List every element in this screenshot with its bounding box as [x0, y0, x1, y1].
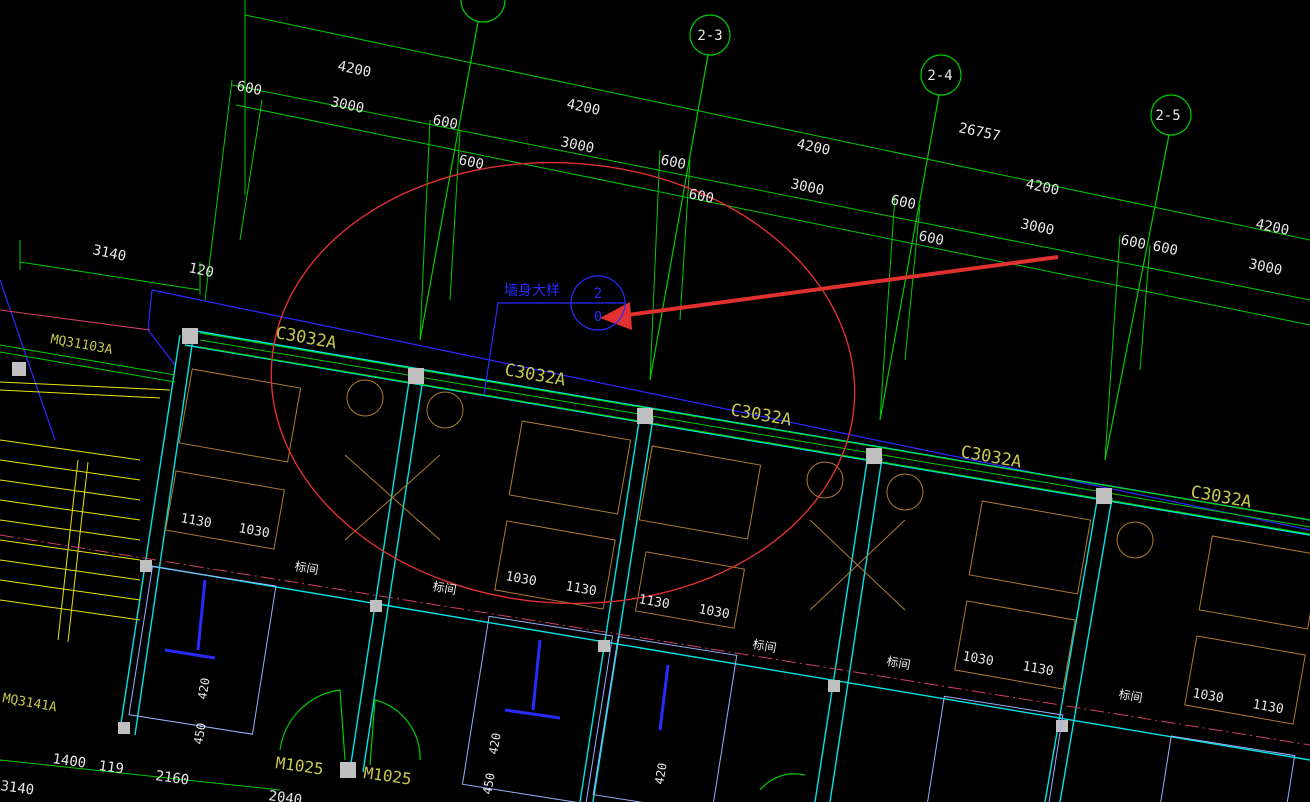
window-bands	[0, 332, 1310, 535]
bed-dim: 1030	[961, 649, 994, 669]
bed-dim: 1030	[237, 521, 270, 541]
stairs	[0, 381, 171, 643]
bed-dim: 1130	[179, 511, 212, 531]
axis-labels: 2-3 2-4 2-5	[697, 28, 1180, 124]
window-label: C3032A	[729, 400, 793, 430]
doors	[279, 689, 806, 791]
room-label: 标间	[431, 579, 457, 597]
dim-3000: 3000	[329, 94, 365, 117]
bed-dim: 1030	[504, 569, 537, 589]
cad-drawing-canvas[interactable]: 2-3 2-4 2-5 26757 4200 4200 4200 4200 42…	[0, 0, 1310, 802]
bath-dim: 420	[195, 677, 213, 701]
dim-3000: 3000	[1247, 256, 1283, 279]
dim-3000: 3000	[559, 134, 595, 157]
bed-dim: 1030	[1191, 686, 1224, 706]
curtain-wall-label: MQ3141A	[1, 691, 58, 715]
dim-4200: 4200	[1254, 216, 1290, 239]
dimension-texts: 26757 4200 4200 4200 4200 4200 600 3000 …	[0, 58, 1290, 802]
annotation-label: 墙身大样	[504, 283, 560, 299]
door-label: M1025	[362, 763, 412, 789]
room-label: 标间	[751, 637, 777, 655]
columns	[12, 328, 1112, 778]
axis-bubbles	[419, 0, 1192, 461]
dim-119: 119	[97, 758, 124, 777]
axis-label: 2-5	[1155, 108, 1180, 124]
room-label: 标间	[1117, 687, 1143, 705]
room-label: 标间	[293, 559, 319, 577]
bed-dim: 1130	[564, 579, 597, 599]
arrow	[600, 255, 1059, 330]
window-label: C3032A	[959, 442, 1023, 472]
axis-label: 2-3	[697, 28, 722, 44]
dim-600: 600	[235, 78, 263, 99]
sheet-number: 0	[594, 310, 602, 325]
bath-dims: 420 450 420 450 420	[191, 677, 670, 796]
door-label: M1025	[274, 753, 324, 779]
building-outline	[0, 279, 1310, 531]
dim-4200: 4200	[1024, 176, 1060, 199]
bed-dim: 1130	[637, 592, 670, 612]
dim-600: 600	[659, 152, 687, 173]
bed-dim: 1130	[1021, 659, 1054, 679]
bed-dim: 1130	[1251, 697, 1284, 717]
bath-dim: 420	[486, 732, 504, 756]
dim-1400: 1400	[51, 751, 87, 772]
dim-3000: 3000	[1019, 216, 1055, 239]
curtain-wall-label: MQ31103A	[49, 332, 113, 358]
room-labels: 标间 标间 标间 标间 标间	[293, 559, 1143, 705]
bath-dim: 450	[480, 772, 498, 796]
dim-600: 600	[1119, 232, 1147, 253]
dim-3140: 3140	[0, 778, 35, 799]
dim-600: 600	[687, 186, 715, 207]
bath-dim: 420	[652, 762, 670, 786]
dim-4200: 4200	[795, 136, 831, 159]
dim-120: 120	[187, 260, 215, 281]
dim-4200: 4200	[336, 58, 372, 81]
dim-600: 600	[1151, 238, 1179, 259]
axis-label: 2-4	[927, 68, 952, 84]
dim-600: 600	[917, 228, 945, 249]
dim-600: 600	[431, 112, 459, 133]
dim-3140: 3140	[91, 242, 127, 265]
detail-number: 2	[594, 286, 602, 302]
dim-2160: 2160	[154, 768, 190, 789]
dim-600: 600	[889, 192, 917, 213]
dim-2040: 2040	[267, 788, 303, 802]
dimension-lines	[0, 0, 1310, 791]
room-label: 标间	[885, 654, 911, 672]
bed-dim: 1030	[697, 602, 730, 622]
dim-4200: 4200	[565, 96, 601, 119]
bath-dim: 450	[191, 722, 209, 746]
dim-3000: 3000	[789, 176, 825, 199]
dim-total: 26757	[957, 120, 1002, 144]
annotation-texts: 墙身大样 2 0	[504, 283, 602, 325]
